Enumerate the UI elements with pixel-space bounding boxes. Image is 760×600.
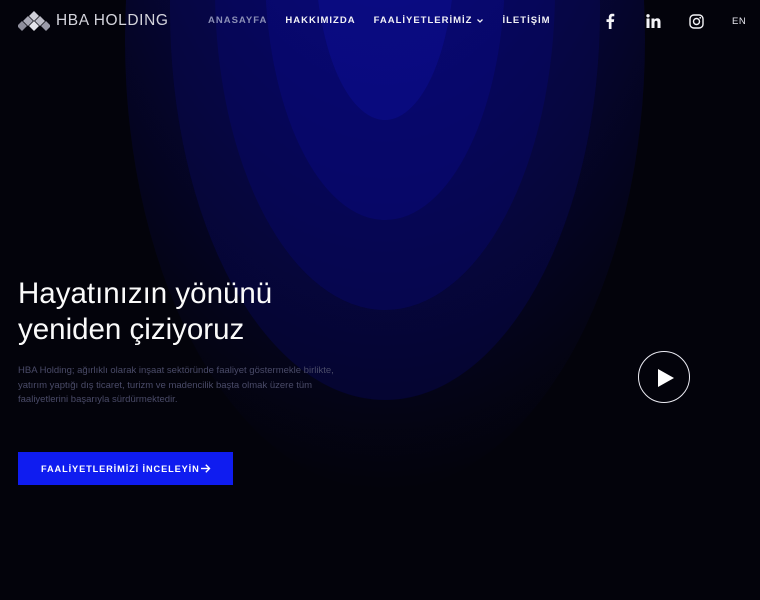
explore-activities-button[interactable]: FAALİYETLERİMİZİ İNCELEYİN (18, 452, 233, 485)
nav-item-contact[interactable]: İLETİŞİM (502, 15, 550, 26)
play-video-button[interactable] (638, 351, 690, 403)
language-switch[interactable]: EN (732, 16, 746, 27)
brand-logo[interactable]: HBA HOLDING (18, 10, 169, 32)
chevron-down-icon (477, 18, 484, 23)
hero-title: Hayatınızın yönünü yeniden çiziyoruz (18, 276, 378, 348)
hero-title-line-2: yeniden çiziyoruz (18, 313, 245, 346)
nav-item-home[interactable]: ANASAYFA (208, 15, 267, 26)
site-header: HBA HOLDING ANASAYFA HAKKIMIZDA FAALİYET… (0, 0, 760, 42)
play-icon (658, 369, 674, 387)
linkedin-icon[interactable] (644, 12, 662, 30)
explore-activities-label: FAALİYETLERİMİZİ İNCELEYİN (41, 463, 200, 474)
nav-item-about[interactable]: HAKKIMIZDA (285, 15, 355, 26)
hero-title-line-1: Hayatınızın yönünü (18, 277, 273, 310)
hero-description: HBA Holding; ağırlıklı olarak inşaat sek… (18, 365, 334, 405)
main-nav: ANASAYFA HAKKIMIZDA FAALİYETLERİMİZ İLET… (208, 15, 551, 26)
nav-item-activities-label: FAALİYETLERİMİZ (373, 15, 473, 26)
diamond-logo-icon (18, 11, 50, 31)
brand-name: HBA HOLDING (56, 12, 169, 29)
nav-item-activities[interactable]: FAALİYETLERİMİZ (374, 15, 485, 26)
instagram-icon[interactable] (687, 12, 705, 30)
facebook-icon[interactable] (601, 12, 619, 30)
arrow-right-icon (201, 464, 211, 473)
